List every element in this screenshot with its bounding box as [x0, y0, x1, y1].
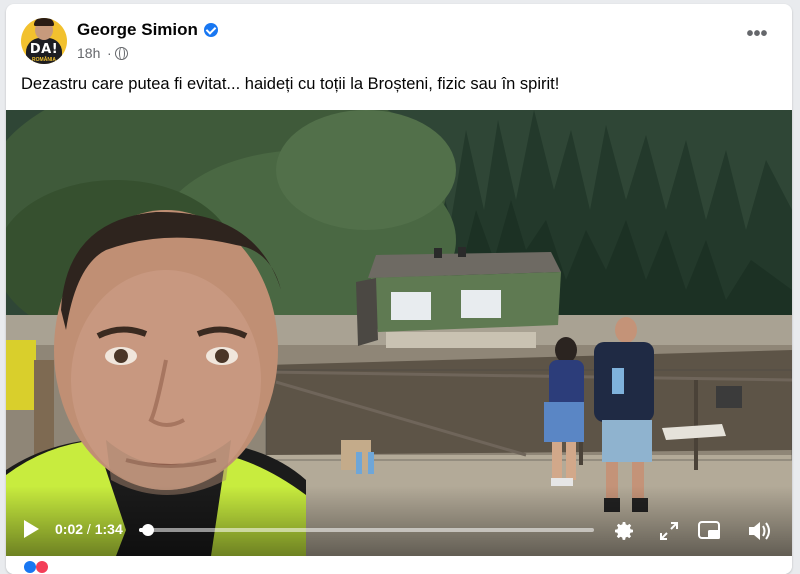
post-text: Dezastru care putea fi evitat... haideți…	[21, 75, 560, 93]
globe-icon[interactable]	[115, 47, 128, 60]
volume-icon[interactable]	[746, 518, 774, 544]
author-name[interactable]: George Simion	[77, 20, 198, 40]
play-icon[interactable]	[24, 520, 39, 538]
reactions-bar	[6, 556, 792, 574]
video-timecode: 0:02 / 1:34	[55, 521, 123, 537]
expand-icon[interactable]	[659, 521, 679, 541]
time-separator: /	[86, 521, 91, 537]
avatar-hair	[34, 18, 54, 26]
post-timestamp[interactable]: 18h	[77, 45, 100, 61]
post-card: DA! ROMÂNIA George Simion 18h · ••• Deza…	[6, 4, 792, 574]
duration: 1:34	[94, 521, 123, 537]
video-progress-track[interactable]	[139, 524, 594, 536]
picture-in-picture-icon[interactable]	[697, 519, 723, 543]
gear-icon[interactable]	[612, 519, 636, 543]
avatar-logo-text: DA!	[29, 42, 59, 57]
author-avatar[interactable]: DA! ROMÂNIA	[21, 18, 67, 64]
avatar-logo-subtext: ROMÂNIA	[32, 57, 56, 63]
timestamp-separator: ·	[107, 45, 112, 61]
video-scrubber-handle[interactable]	[142, 524, 155, 536]
verified-badge-icon	[204, 23, 218, 37]
more-options-icon[interactable]: •••	[742, 22, 772, 52]
current-time: 0:02	[55, 521, 84, 537]
video-player[interactable]: 0:02 / 1:34	[6, 110, 792, 556]
